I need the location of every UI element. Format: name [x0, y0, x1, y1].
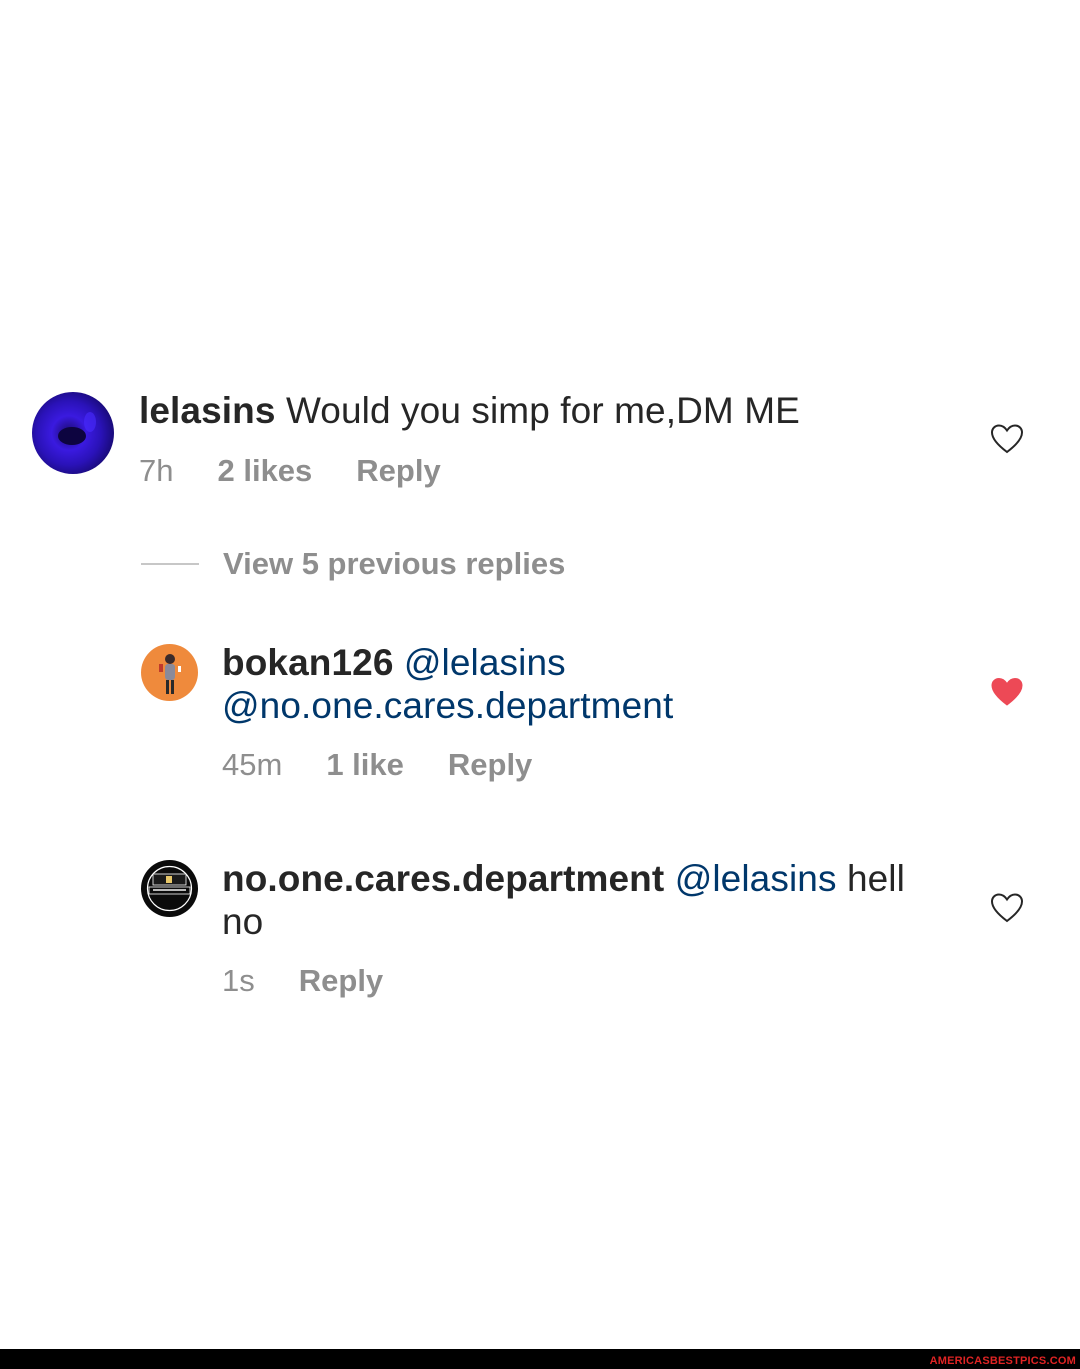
comment-text-bokan126: bokan126 @lelasins @no.one.cares.departm…	[222, 641, 942, 727]
comment-body: hell	[846, 858, 905, 899]
comment-body-continued: no	[222, 901, 264, 942]
view-replies-label[interactable]: View 5 previous replies	[223, 546, 565, 582]
heart-outline-icon[interactable]	[990, 423, 1024, 455]
avatar-lelasins[interactable]	[32, 392, 114, 474]
watermark-text: AMERICASBESTPICS.COM	[929, 1355, 1076, 1367]
comment-likes[interactable]: 2 likes	[217, 453, 312, 489]
comment-meta-bokan126: 45m 1 like Reply	[222, 747, 532, 783]
comment-username[interactable]: bokan126	[222, 642, 394, 683]
comment-time: 45m	[222, 747, 283, 782]
comment-text-no-one-cares-department: no.one.cares.department @lelasins hell n…	[222, 857, 942, 943]
comment-text-lelasins: lelasins Would you simp for me,DM ME	[139, 389, 939, 432]
mention-link[interactable]: @lelasins	[675, 858, 837, 899]
reply-button[interactable]: Reply	[356, 453, 440, 489]
reply-button[interactable]: Reply	[299, 963, 383, 999]
mention-link[interactable]: @no.one.cares.department	[222, 685, 673, 726]
comment-username[interactable]: no.one.cares.department	[222, 858, 664, 899]
comment-likes[interactable]: 1 like	[326, 747, 404, 783]
comment-meta-lelasins: 7h 2 likes Reply	[139, 453, 441, 489]
comment-time: 1s	[222, 963, 255, 998]
comment-time: 7h	[139, 453, 174, 488]
comment-body: Would you simp for me,DM ME	[285, 390, 800, 431]
heart-outline-icon[interactable]	[990, 892, 1024, 924]
comment-username[interactable]: lelasins	[139, 390, 276, 431]
comment-meta-no-one-cares-department: 1s Reply	[222, 963, 383, 999]
mention-link[interactable]: @lelasins	[404, 642, 566, 683]
view-previous-replies[interactable]: View 5 previous replies	[141, 546, 565, 582]
reply-button[interactable]: Reply	[448, 747, 532, 783]
watermark-bar: AMERICASBESTPICS.COM	[0, 1349, 1080, 1369]
comments-screen: lelasins Would you simp for me,DM ME 7h …	[0, 0, 1080, 1369]
avatar-bokan126[interactable]	[141, 644, 198, 701]
avatar-no-one-cares-department[interactable]	[141, 860, 198, 917]
divider-line	[141, 563, 199, 565]
heart-filled-icon[interactable]	[990, 676, 1024, 708]
